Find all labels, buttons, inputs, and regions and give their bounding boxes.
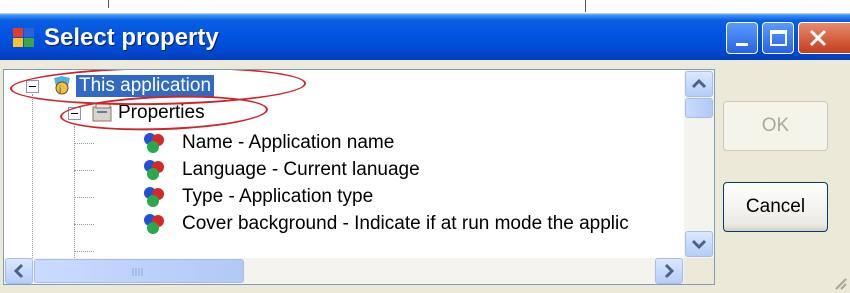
dialog-title: Select property xyxy=(44,24,219,51)
tree-item[interactable]: Language - Current lanuage xyxy=(4,157,684,183)
property-item-icon xyxy=(144,160,164,180)
minimize-icon xyxy=(736,43,748,46)
tree-guide-line xyxy=(74,251,94,252)
scroll-left-icon xyxy=(13,263,24,279)
property-tree[interactable]: i This application Properties Name - App… xyxy=(3,69,715,285)
scroll-right-button[interactable] xyxy=(655,258,683,284)
maximize-button[interactable] xyxy=(762,22,794,54)
tree-item-label: Name - Application name xyxy=(182,132,395,153)
scroll-right-icon xyxy=(664,263,675,279)
scroll-left-button[interactable] xyxy=(5,258,33,284)
minimize-button[interactable] xyxy=(726,22,758,54)
horizontal-scroll-thumb[interactable] xyxy=(34,259,244,283)
app-icon[interactable] xyxy=(13,28,35,48)
scroll-grip-icon xyxy=(132,268,143,276)
tree-item[interactable]: Type - Application type xyxy=(4,184,684,210)
close-icon xyxy=(809,29,827,47)
maximize-icon xyxy=(770,30,787,46)
cancel-button[interactable]: Cancel xyxy=(723,182,828,232)
dialog-client-area: i This application Properties Name - App… xyxy=(0,60,850,293)
background-divider xyxy=(108,0,109,8)
tree-item-label: Type - Application type xyxy=(182,186,374,207)
tree-item-label: Language - Current lanuage xyxy=(182,159,420,180)
scrollbar-corner xyxy=(684,258,714,284)
tree-item[interactable]: Name - Application name xyxy=(4,130,684,156)
close-button[interactable] xyxy=(798,22,850,54)
property-item-icon xyxy=(144,214,164,234)
background-divider xyxy=(585,0,586,12)
ok-button[interactable]: OK xyxy=(723,101,828,151)
title-bar[interactable]: Select property xyxy=(0,14,850,60)
tree-item[interactable]: Cover background - Indicate if at run mo… xyxy=(4,211,684,237)
select-property-dialog: Select property i This application Prope… xyxy=(0,14,850,293)
property-item-icon xyxy=(144,187,164,207)
scroll-up-icon xyxy=(691,78,707,89)
tree-item-label: Cover background - Indicate if at run mo… xyxy=(182,213,629,234)
scroll-down-button[interactable] xyxy=(685,231,713,257)
scroll-up-button[interactable] xyxy=(685,71,713,97)
scroll-down-icon xyxy=(691,239,707,250)
vertical-scroll-thumb[interactable] xyxy=(685,98,713,118)
horizontal-scrollbar[interactable] xyxy=(4,258,684,284)
vertical-scrollbar[interactable] xyxy=(684,70,714,258)
resize-grip-icon[interactable] xyxy=(833,276,847,290)
property-item-icon xyxy=(144,133,164,153)
background-window-strip xyxy=(0,0,850,14)
